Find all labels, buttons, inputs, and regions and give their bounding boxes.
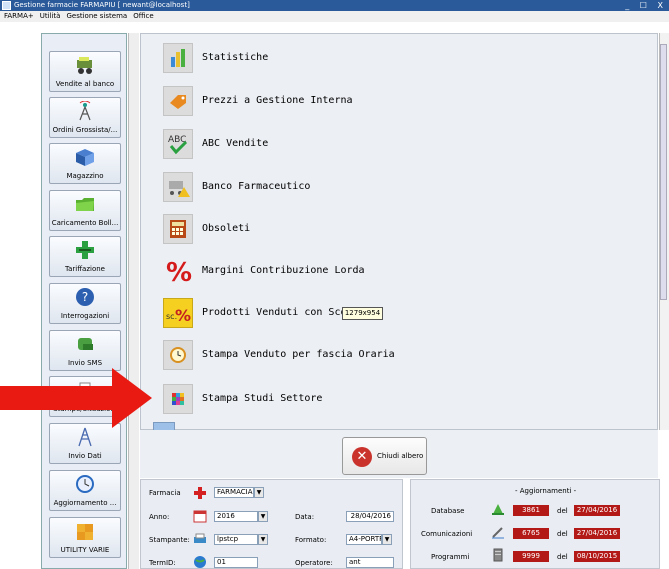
tree-panel: Statistiche Prezzi a Gestione Interna AB…	[140, 33, 658, 432]
chevron-down-icon[interactable]: ▼	[254, 487, 264, 498]
menu-office[interactable]: Office	[133, 12, 153, 20]
stampante-label: Stampante:	[149, 536, 190, 544]
tree-scrollbar-thumb[interactable]	[660, 44, 667, 300]
question-icon: ?	[76, 288, 94, 306]
menu-utilita[interactable]: Utilità	[40, 12, 61, 20]
menu-bar: FARMA+ Utilità Gestione sistema Office	[0, 11, 669, 22]
database-icon	[492, 504, 504, 515]
cart-warning-icon	[163, 172, 193, 202]
sidebar-item-caricamento[interactable]: Caricamento Boll...	[49, 190, 121, 231]
sidebar-item-tariffazione[interactable]: Tariffazione	[49, 236, 121, 277]
percent-icon: %	[163, 256, 193, 288]
sidebar-item-sms[interactable]: Invio SMS	[49, 330, 121, 371]
folder-icon	[76, 198, 94, 211]
sidebar: Vendite al banco Ordini Grossista/... Ma…	[41, 33, 127, 569]
clock-icon	[76, 475, 94, 493]
calendar-icon	[193, 510, 207, 523]
close-tree-button[interactable]: ✕ Chiudi albero	[342, 437, 427, 475]
window-controls[interactable]: _ ☐ X	[625, 0, 667, 11]
settings-panel: Farmacia FARMACIA ▼ Anno: 2016 ▼ Data: 2…	[140, 479, 403, 569]
menu-gestione-sistema[interactable]: Gestione sistema	[66, 12, 127, 20]
formato-select[interactable]: A4-PORTR	[346, 534, 382, 545]
sidebar-item-interrogazioni[interactable]: ? Interrogazioni	[49, 283, 121, 324]
menu-farma[interactable]: FARMA+	[4, 12, 34, 20]
svg-text:%: %	[166, 258, 192, 286]
pen-icon	[492, 527, 504, 539]
sidebar-item-ordini[interactable]: Ordini Grossista/...	[49, 97, 121, 138]
formato-label: Formato:	[295, 536, 327, 544]
comunicazioni-date: 27/04/2016	[574, 528, 620, 539]
programmi-date: 08/10/2015	[574, 551, 620, 562]
programmi-value: 9999	[513, 551, 549, 562]
globe-icon	[194, 556, 206, 568]
programmi-del: del	[557, 553, 568, 561]
pharmacy-cross-icon	[76, 241, 94, 259]
termid-field[interactable]: 01	[214, 557, 258, 568]
puzzle-icon	[77, 524, 93, 540]
comunicazioni-value: 6765	[513, 528, 549, 539]
discount-percent-icon: sc.%	[163, 298, 193, 328]
printer-icon	[194, 533, 206, 543]
sidebar-item-utility[interactable]: UTILITY VARIE	[49, 517, 121, 558]
comunicazioni-del: del	[557, 530, 568, 538]
window-title: Gestione farmacie FARMAPIU [ newant@loca…	[14, 1, 190, 9]
comunicazioni-label: Comunicazioni	[421, 530, 473, 538]
clock-icon	[163, 340, 193, 370]
anno-label: Anno:	[149, 513, 170, 521]
sidebar-item-invio-dati[interactable]: Invio Dati	[49, 423, 121, 464]
close-icon: ✕	[352, 447, 372, 467]
sidebar-item-magazzino[interactable]: Magazzino	[49, 143, 121, 184]
stampante-select[interactable]: lpstcp	[214, 534, 258, 545]
chevron-down-icon[interactable]: ▼	[258, 534, 268, 545]
operatore-field[interactable]: ant	[346, 557, 394, 568]
pharmacy-cross-icon	[194, 487, 206, 499]
database-date: 27/04/2016	[574, 505, 620, 516]
database-label: Database	[431, 507, 465, 515]
app-icon	[2, 1, 11, 10]
bar-chart-icon	[163, 43, 193, 73]
anno-select[interactable]: 2016	[214, 511, 258, 522]
window-title-bar: Gestione farmacie FARMAPIU [ newant@loca…	[0, 0, 669, 11]
sidebar-scrollbar[interactable]	[128, 33, 139, 569]
chevron-down-icon[interactable]: ▼	[382, 534, 392, 545]
data-field[interactable]: 28/04/2016	[346, 511, 394, 522]
svg-text:?: ?	[82, 290, 88, 304]
antenna-icon	[79, 101, 91, 121]
cart-icon	[77, 57, 92, 74]
termid-label: TermID:	[149, 559, 176, 567]
programmi-label: Programmi	[431, 553, 470, 561]
sms-icon	[78, 338, 93, 350]
abc-check-icon: ABC	[163, 129, 193, 159]
farmacia-select[interactable]: FARMACIA	[214, 487, 254, 498]
sidebar-item-aggiornamento[interactable]: Aggiornamento ...	[49, 470, 121, 511]
operatore-label: Operatore:	[295, 559, 333, 567]
farmacia-label: Farmacia	[149, 489, 181, 497]
sidebar-item-vendite[interactable]: Vendite al banco	[49, 51, 121, 92]
red-arrow-annotation	[0, 368, 152, 428]
updates-panel: - Aggiornamenti - Database 3861 del 27/0…	[410, 479, 660, 569]
data-label: Data:	[295, 513, 315, 521]
tower-icon	[78, 427, 92, 447]
calculator-icon	[163, 214, 193, 244]
size-tooltip: 1279x954	[342, 307, 383, 320]
color-grid-icon	[163, 384, 193, 414]
server-icon	[493, 548, 503, 562]
database-del: del	[557, 507, 568, 515]
updates-title: - Aggiornamenti -	[515, 487, 577, 495]
price-tag-icon	[163, 86, 193, 116]
database-value: 3861	[513, 505, 549, 516]
box-icon	[76, 149, 94, 166]
svg-text:%: %	[175, 306, 191, 325]
chevron-down-icon[interactable]: ▼	[258, 511, 268, 522]
